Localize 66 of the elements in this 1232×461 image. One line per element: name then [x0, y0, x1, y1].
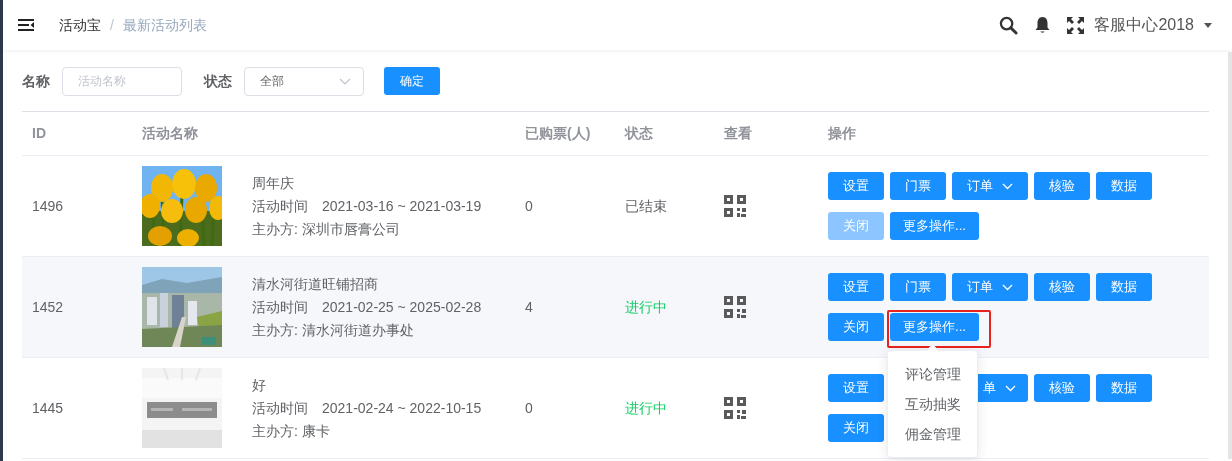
confirm-button[interactable]: 确定	[384, 67, 440, 95]
organizer-text: 主办方: 深圳市唇膏公司	[252, 219, 401, 239]
ticket-count: 0	[525, 399, 533, 416]
column-header: 操作	[828, 125, 856, 141]
ticket-count: 4	[525, 298, 533, 315]
more-actions-button[interactable]: 更多操作...	[890, 313, 979, 341]
action-button[interactable]: 核验	[1034, 172, 1090, 200]
order-dropdown-button[interactable]: 订单	[952, 172, 1028, 200]
time-label: 活动时间	[252, 196, 308, 216]
time-label: 活动时间	[252, 297, 308, 317]
id-text: 1496	[32, 197, 64, 214]
status-select[interactable]: 全部	[244, 66, 364, 96]
id-text: 1445	[32, 399, 64, 416]
column-header: ID	[32, 125, 46, 141]
action-button[interactable]: 数据	[1096, 273, 1152, 301]
status-text: 已结束	[625, 197, 667, 214]
user-menu[interactable]: 客服中心2018	[1094, 13, 1212, 37]
activity-title: 周年庆	[252, 173, 295, 193]
action-button[interactable]: 关闭	[828, 414, 884, 442]
column-header: 已购票(人)	[525, 125, 591, 141]
organizer-text: 主办方: 清水河街道办事处	[252, 320, 415, 340]
column-header: 活动名称	[142, 125, 198, 141]
action-button[interactable]: 关闭	[828, 313, 884, 341]
status-text: 进行中	[625, 298, 667, 315]
qr-code-icon[interactable]	[724, 296, 746, 318]
activity-title: 清水河街道旺铺招商	[252, 274, 379, 294]
status-text: 进行中	[625, 399, 667, 416]
action-button[interactable]: 数据	[1096, 374, 1152, 402]
chevron-down-icon	[339, 77, 351, 85]
action-button[interactable]: 设置	[828, 172, 884, 200]
caret-icon	[1204, 22, 1212, 28]
action-button[interactable]: 设置	[828, 273, 884, 301]
bell-icon[interactable]	[1034, 16, 1052, 34]
activity-title: 好	[252, 375, 267, 395]
organizer-text: 主办方: 康卡	[252, 421, 331, 441]
action-button[interactable]: 门票	[890, 273, 946, 301]
ticket-count: 0	[525, 197, 533, 214]
breadcrumb-item[interactable]: 活动宝	[59, 14, 101, 36]
time-range: 2021-02-25 ~ 2025-02-28	[322, 297, 482, 317]
chevron-down-icon	[1002, 283, 1013, 291]
column-header: 查看	[724, 125, 752, 141]
qr-code-icon[interactable]	[724, 397, 746, 419]
filter-label: 状态	[204, 71, 232, 91]
id-text: 1452	[32, 298, 64, 315]
filter-label: 名称	[22, 71, 50, 91]
time-range: 2021-02-24 ~ 2022-10-15	[322, 398, 482, 418]
breadcrumb-item: 最新活动列表	[122, 15, 207, 35]
order-dropdown-button[interactable]: 订单	[952, 273, 1028, 301]
action-button[interactable]: 核验	[1034, 273, 1090, 301]
chevron-down-icon	[1002, 182, 1013, 190]
menu-item[interactable]: 佣金管理	[888, 419, 977, 449]
action-button[interactable]: 门票	[890, 172, 946, 200]
column-header: 状态	[625, 125, 653, 141]
breadcrumb-separator: /	[110, 15, 114, 35]
time-label: 活动时间	[252, 398, 308, 418]
action-button[interactable]: 核验	[1034, 374, 1090, 402]
menu-icon[interactable]	[18, 18, 35, 32]
name-field[interactable]: 活动名称	[62, 66, 182, 96]
fullscreen-icon[interactable]	[1067, 16, 1085, 34]
more-actions-button[interactable]: 更多操作...	[890, 212, 979, 240]
action-button[interactable]: 设置	[828, 374, 884, 402]
action-button[interactable]: 数据	[1096, 172, 1152, 200]
search-icon[interactable]	[999, 15, 1019, 35]
chevron-down-icon	[1005, 384, 1016, 392]
time-range: 2021-03-16 ~ 2021-03-19	[322, 196, 482, 216]
qr-code-icon[interactable]	[724, 195, 746, 217]
